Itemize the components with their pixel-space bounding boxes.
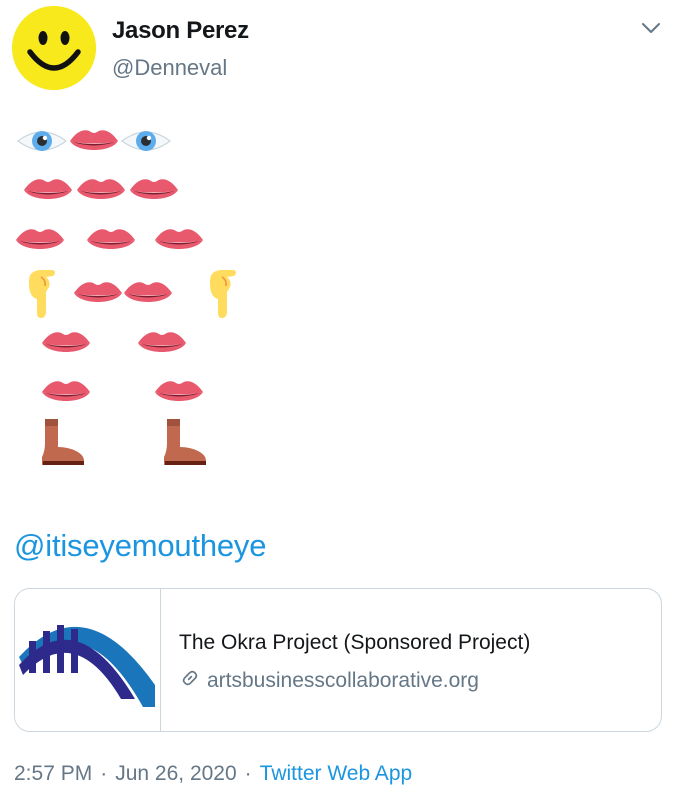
lips-emoji xyxy=(138,332,186,352)
mention-link[interactable]: @itiseyemoutheye xyxy=(14,528,266,564)
tweet-source-link[interactable]: Twitter Web App xyxy=(260,762,413,786)
emoji-art xyxy=(0,110,280,490)
boot-emoji xyxy=(164,419,206,465)
tweet-time[interactable]: 2:57 PM xyxy=(14,762,92,786)
lips-emoji xyxy=(130,179,178,199)
chevron-down-icon xyxy=(642,23,660,33)
link-icon xyxy=(179,667,201,695)
smiley-face-icon xyxy=(12,6,96,90)
more-options-button[interactable] xyxy=(634,14,668,42)
user-handle[interactable]: @Denneval xyxy=(112,55,227,81)
lips-emoji xyxy=(87,229,135,249)
lips-emoji xyxy=(74,282,122,302)
boot-emoji xyxy=(42,419,84,465)
pointing-finger-emoji xyxy=(28,269,56,319)
emoji-art-canvas xyxy=(16,130,237,465)
link-preview-card[interactable]: The Okra Project (Sponsored Project) art… xyxy=(14,588,662,732)
lips-emoji xyxy=(42,381,90,401)
eye-emoji xyxy=(17,130,67,152)
eye-emoji xyxy=(121,130,171,152)
display-name[interactable]: Jason Perez xyxy=(112,17,249,45)
avatar[interactable] xyxy=(12,6,96,90)
card-domain-text: artsbusinesscollaborative.org xyxy=(207,669,479,692)
lips-emoji xyxy=(42,332,90,352)
lips-emoji xyxy=(16,229,64,249)
lips-emoji xyxy=(24,179,72,199)
tweet-date[interactable]: Jun 26, 2020 xyxy=(115,762,236,786)
lips-emoji xyxy=(155,229,203,249)
bridge-logo-icon xyxy=(19,625,155,707)
card-domain: artsbusinesscollaborative.org xyxy=(179,667,479,695)
lips-emoji xyxy=(70,130,118,150)
lips-emoji xyxy=(124,282,172,302)
lips-emoji xyxy=(77,179,125,199)
pointing-finger-emoji xyxy=(209,269,237,319)
lips-emoji xyxy=(155,381,203,401)
card-image xyxy=(15,589,161,731)
separator: · xyxy=(100,762,108,785)
tweet-meta: 2:57 PM · Jun 26, 2020 · Twitter Web App xyxy=(14,762,412,786)
card-title: The Okra Project (Sponsored Project) xyxy=(179,631,531,654)
separator: · xyxy=(244,762,252,785)
